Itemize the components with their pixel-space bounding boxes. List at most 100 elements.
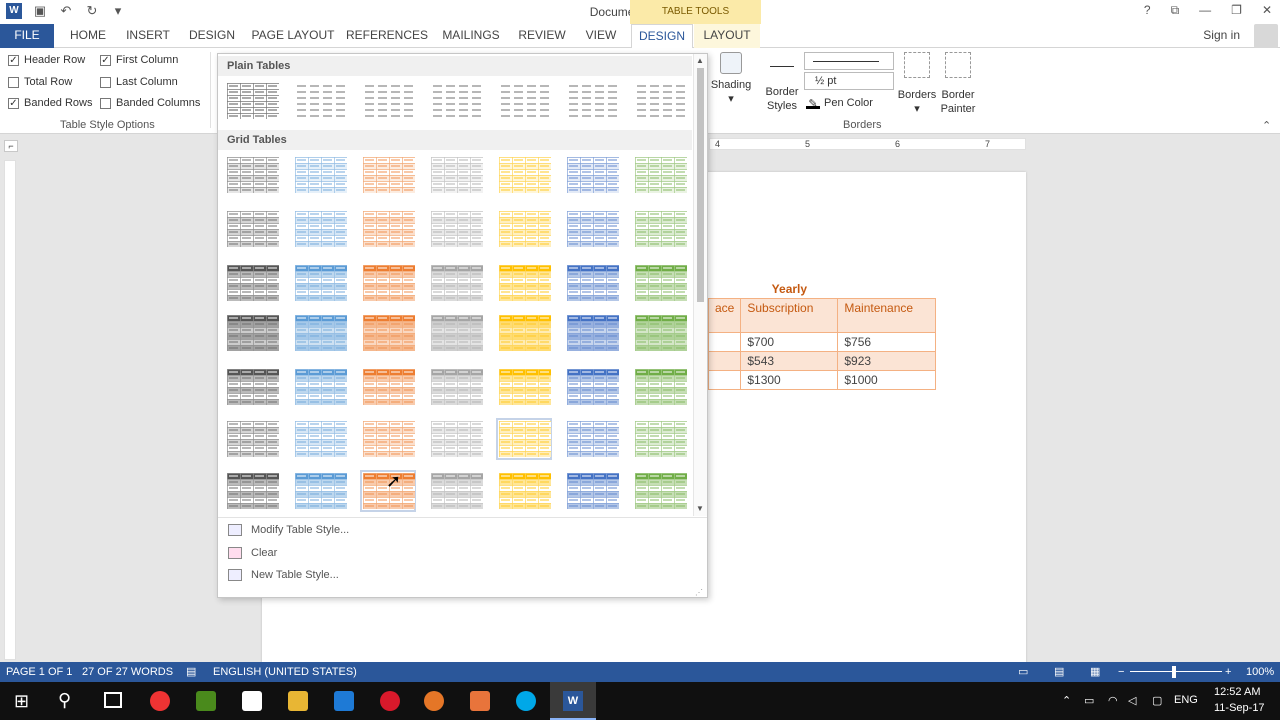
table-cell[interactable]: $923 <box>837 351 937 371</box>
table-style-thumbnail[interactable] <box>224 208 280 250</box>
clock-date[interactable]: 11-Sep-17 <box>1214 702 1265 714</box>
store-icon[interactable] <box>242 691 262 711</box>
input-language[interactable]: ENG <box>1174 694 1198 706</box>
table-style-thumbnail[interactable] <box>292 312 348 354</box>
table-style-thumbnail[interactable] <box>496 312 552 354</box>
table-style-thumbnail[interactable] <box>224 154 280 196</box>
scroll-down-icon[interactable]: ▼ <box>696 504 704 513</box>
table-style-thumbnail[interactable] <box>564 312 620 354</box>
firefox-icon[interactable] <box>424 691 444 711</box>
language-indicator[interactable]: ENGLISH (UNITED STATES) <box>213 662 357 682</box>
zoom-out-icon[interactable]: − <box>1118 662 1124 682</box>
battery-icon[interactable]: ▭ <box>1084 694 1094 707</box>
tab-page-layout[interactable]: PAGE LAYOUT <box>250 24 336 48</box>
document-table[interactable]: Yearly ace Subscription Maintenance $700… <box>707 280 937 390</box>
table-cell[interactable] <box>708 280 741 299</box>
table-cell[interactable] <box>707 370 742 390</box>
gallery-scrollbar[interactable]: ▲ ▼ <box>693 54 707 516</box>
word-count[interactable]: 27 OF 27 WORDS <box>82 662 173 682</box>
table-style-thumbnail[interactable] <box>224 470 280 512</box>
table-style-thumbnail[interactable] <box>292 470 348 512</box>
header-row-checkbox[interactable]: ✓ Header Row <box>8 54 85 66</box>
tab-mailings[interactable]: MAILINGS <box>438 24 504 48</box>
table-style-thumbnail[interactable] <box>428 312 484 354</box>
table-style-thumbnail[interactable] <box>360 366 416 408</box>
table-style-thumbnail[interactable] <box>496 366 552 408</box>
zoom-in-icon[interactable]: + <box>1225 662 1231 682</box>
clear-item[interactable]: Clear <box>228 547 277 559</box>
table-style-thumbnail[interactable] <box>292 366 348 408</box>
volume-icon[interactable]: ◁ <box>1128 694 1136 707</box>
table-cell[interactable]: ace <box>707 298 742 333</box>
table-style-thumbnail[interactable] <box>428 366 484 408</box>
table-style-thumbnail[interactable] <box>496 208 552 250</box>
tab-table-design[interactable]: DESIGN <box>631 24 693 49</box>
opera-icon[interactable] <box>380 691 400 711</box>
line-style-select[interactable] <box>804 52 894 70</box>
table-style-thumbnail[interactable] <box>564 208 620 250</box>
table-style-thumbnail[interactable] <box>428 80 484 122</box>
table-style-thumbnail[interactable] <box>632 366 688 408</box>
table-cell[interactable]: $700 <box>740 332 839 352</box>
table-style-thumbnail[interactable] <box>292 80 348 122</box>
table-style-thumbnail[interactable] <box>360 80 416 122</box>
new-table-style-item[interactable]: New Table Style... <box>228 569 339 581</box>
avatar[interactable] <box>1254 24 1278 48</box>
notification-icon[interactable]: ▢ <box>1152 694 1162 707</box>
table-style-thumbnail[interactable] <box>496 80 552 122</box>
table-style-thumbnail[interactable] <box>292 262 348 304</box>
table-style-thumbnail[interactable] <box>496 262 552 304</box>
vertical-ruler[interactable] <box>4 160 16 660</box>
table-style-thumbnail[interactable] <box>632 470 688 512</box>
table-style-thumbnail[interactable] <box>224 366 280 408</box>
table-style-thumbnail[interactable] <box>564 80 620 122</box>
banded-columns-checkbox[interactable]: Banded Columns <box>100 97 200 109</box>
help-icon[interactable]: ? <box>1144 3 1151 18</box>
border-styles-button[interactable]: Border Styles <box>760 52 804 113</box>
table-style-thumbnail[interactable] <box>564 366 620 408</box>
table-style-thumbnail[interactable] <box>428 418 484 460</box>
xampp-icon[interactable] <box>470 691 490 711</box>
modify-table-style-item[interactable]: Modify Table Style... <box>228 524 349 536</box>
table-style-thumbnail[interactable] <box>632 208 688 250</box>
maximize-button[interactable]: ❐ <box>1231 3 1242 18</box>
banded-rows-checkbox[interactable]: ✓ Banded Rows <box>8 97 93 109</box>
zoom-slider[interactable] <box>1130 671 1222 672</box>
table-cell[interactable]: $1300 <box>740 370 839 390</box>
table-cell[interactable]: Subscription <box>740 298 839 333</box>
table-cell[interactable]: Yearly <box>740 280 838 299</box>
scroll-up-icon[interactable]: ▲ <box>696 56 704 65</box>
table-style-thumbnail[interactable] <box>360 418 416 460</box>
table-style-thumbnail[interactable] <box>360 262 416 304</box>
table-styles-gallery[interactable]: Plain Tables Grid Tables ▲ ▼ Modify Tabl… <box>217 53 708 598</box>
clock-time[interactable]: 12:52 AM <box>1214 686 1260 698</box>
table-style-thumbnail[interactable] <box>292 418 348 460</box>
horizontal-ruler[interactable]: 4 5 6 7 <box>709 138 1026 150</box>
table-style-thumbnail[interactable] <box>292 154 348 196</box>
zoom-level[interactable]: 100% <box>1246 662 1274 682</box>
total-row-checkbox[interactable]: Total Row <box>8 76 72 88</box>
tab-insert[interactable]: INSERT <box>122 24 174 48</box>
table-cell[interactable] <box>707 332 742 352</box>
table-style-thumbnail[interactable] <box>564 262 620 304</box>
table-style-thumbnail[interactable] <box>632 418 688 460</box>
read-mode-icon[interactable]: ▭ <box>1018 662 1028 682</box>
table-style-thumbnail[interactable] <box>496 154 552 196</box>
edge-icon[interactable] <box>334 691 354 711</box>
shading-button[interactable]: Shading ▾ <box>708 52 754 106</box>
tray-overflow-icon[interactable]: ⌃ <box>1062 694 1071 707</box>
table-style-thumbnail[interactable] <box>224 80 280 122</box>
table-style-thumbnail[interactable] <box>564 418 620 460</box>
borders-button[interactable]: Borders ▾ <box>894 52 940 116</box>
table-style-thumbnail[interactable] <box>360 154 416 196</box>
table-style-thumbnail[interactable] <box>224 262 280 304</box>
table-cell[interactable]: $756 <box>837 332 937 352</box>
table-style-thumbnail[interactable] <box>292 208 348 250</box>
wifi-icon[interactable]: ◠ <box>1108 694 1118 707</box>
collapse-ribbon-icon[interactable]: ⌃ <box>1262 119 1271 132</box>
table-cell[interactable]: $543 <box>740 351 839 371</box>
table-style-thumbnail[interactable] <box>564 154 620 196</box>
zoom-slider-thumb[interactable] <box>1172 666 1176 678</box>
table-style-thumbnail[interactable] <box>360 208 416 250</box>
table-style-thumbnail[interactable] <box>428 470 484 512</box>
